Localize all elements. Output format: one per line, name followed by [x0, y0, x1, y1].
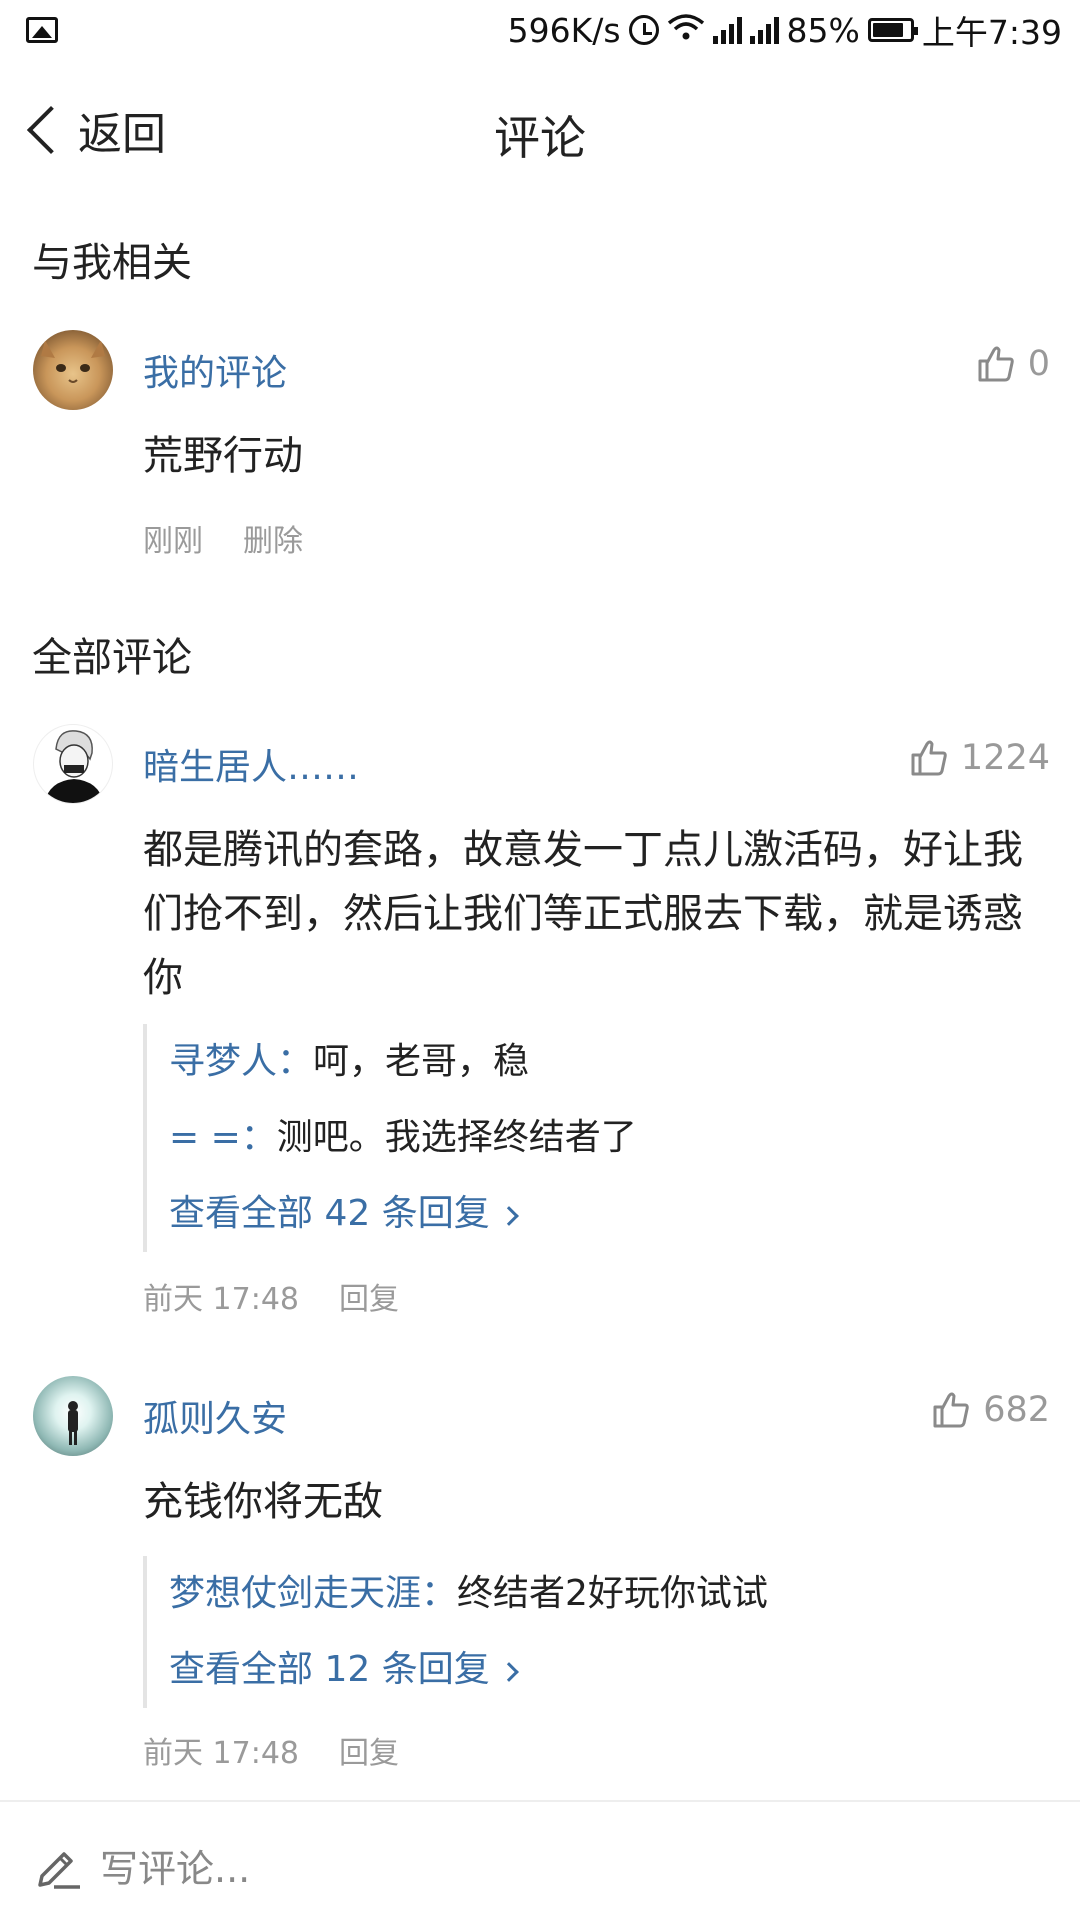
reply-box: 梦想仗剑走天涯：终结者2好玩你试试 查看全部 12 条回复 — [143, 1556, 1033, 1708]
reply-text: 终结者2好玩你试试 — [457, 1573, 768, 1614]
battery-percent: 85% — [786, 10, 860, 50]
avatar[interactable] — [33, 724, 113, 804]
status-icons: 596K/s 85% 上午7:39 — [507, 10, 1062, 53]
view-all-label: 查看全部 12 条回复 — [169, 1649, 490, 1690]
comment-time: 刚刚 — [143, 524, 203, 559]
reply-item[interactable]: = =：测吧。我选择终结者了 — [169, 1100, 1033, 1176]
username[interactable]: 暗生居人…… — [143, 738, 359, 790]
like-count: 0 — [1027, 344, 1050, 384]
thumbs-up-icon — [978, 346, 1014, 382]
comment-input-bar[interactable]: 写评论... — [0, 1800, 1080, 1920]
like-button[interactable]: 682 — [931, 1390, 1050, 1430]
signal-icon-2 — [749, 16, 779, 44]
reply-item[interactable]: 梦想仗剑走天涯：终结者2好玩你试试 — [169, 1556, 1033, 1632]
view-all-label: 查看全部 42 条回复 — [169, 1193, 490, 1234]
alarm-icon — [628, 15, 659, 45]
reply-author[interactable]: = =： — [169, 1117, 277, 1158]
like-count: 682 — [983, 1390, 1050, 1430]
battery-icon — [867, 18, 918, 42]
wifi-icon — [667, 11, 705, 50]
pen-icon — [38, 1852, 80, 1889]
view-all-replies-link[interactable]: 查看全部 42 条回复 — [169, 1176, 1033, 1252]
username[interactable]: 我的评论 — [143, 344, 287, 396]
page-title: 评论 — [494, 111, 586, 165]
reply-text: 呵，老哥，稳 — [313, 1041, 530, 1082]
avatar[interactable] — [33, 330, 113, 410]
like-count: 1224 — [960, 738, 1050, 778]
network-speed: 596K/s — [507, 10, 621, 50]
avatar[interactable] — [33, 1376, 113, 1456]
username[interactable]: 孤则久安 — [143, 1390, 287, 1442]
section-title-mine: 与我相关 — [32, 240, 192, 286]
chevron-right-icon — [498, 1662, 519, 1682]
comment-meta: 前天 17:48 回复 — [143, 1274, 399, 1318]
reply-item[interactable]: 寻梦人：呵，老哥，稳 — [169, 1024, 1033, 1100]
thumbs-up-icon — [911, 740, 947, 776]
like-button[interactable]: 0 — [976, 344, 1050, 384]
status-bar: 596K/s 85% 上午7:39 — [0, 0, 1080, 62]
reply-button[interactable]: 回复 — [339, 1274, 399, 1318]
comment-time: 前天 17:48 — [143, 1282, 299, 1317]
reply-author[interactable]: 寻梦人： — [169, 1041, 313, 1082]
reply-text: 测吧。我选择终结者了 — [276, 1117, 637, 1158]
delete-button[interactable]: 删除 — [243, 516, 303, 560]
comment-text: 荒野行动 — [143, 433, 303, 479]
comment-text: 充钱你将无敌 — [143, 1479, 383, 1525]
thumbs-up-icon — [933, 1392, 969, 1428]
comment-meta: 前天 17:48 回复 — [143, 1728, 399, 1772]
write-comment-input[interactable]: 写评论... — [100, 1838, 250, 1893]
comment-meta: 刚刚 删除 — [143, 516, 303, 560]
reply-author[interactable]: 梦想仗剑走天涯： — [169, 1573, 457, 1614]
gallery-notification-icon — [26, 17, 58, 43]
view-all-replies-link[interactable]: 查看全部 12 条回复 — [169, 1632, 1033, 1708]
signal-icon — [712, 16, 742, 44]
comment-time: 前天 17:48 — [143, 1736, 299, 1771]
comment-text: 都是腾讯的套路，故意发一丁点儿激活码，好让我们抢不到，然后让我们等正式服去下载，… — [143, 827, 1023, 1001]
clock: 上午7:39 — [921, 13, 1062, 52]
nav-bar: 返回 评论 — [0, 62, 1080, 198]
reply-button[interactable]: 回复 — [339, 1728, 399, 1772]
like-button[interactable]: 1224 — [909, 738, 1050, 778]
reply-box: 寻梦人：呵，老哥，稳 = =：测吧。我选择终结者了 查看全部 42 条回复 — [143, 1024, 1033, 1252]
chevron-right-icon — [498, 1206, 519, 1226]
section-title-all: 全部评论 — [32, 635, 192, 681]
